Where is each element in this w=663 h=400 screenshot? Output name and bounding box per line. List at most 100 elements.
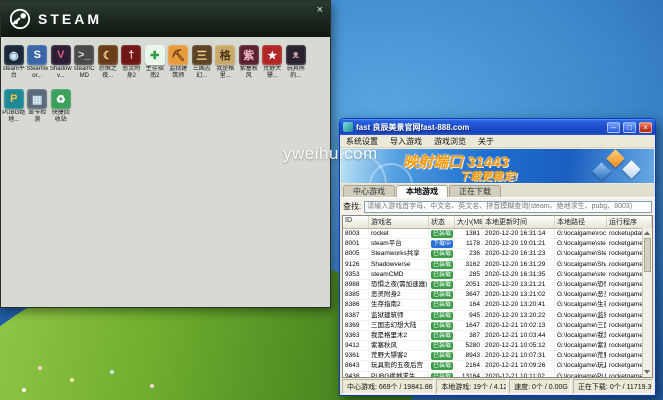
menu-item[interactable]: 导入游戏 [390, 136, 422, 147]
close-button[interactable]: × [639, 122, 652, 133]
game-shortcut[interactable]: S Steamwor... [26, 45, 50, 80]
cell-status: 已装载 [429, 321, 455, 330]
game-icon: ★ [262, 45, 282, 65]
cell-path: G:\localgame\玩具熊的五夜后宫\ [555, 361, 607, 370]
minimize-button[interactable]: – [607, 122, 620, 133]
game-shortcut[interactable]: ★ 荒野大镖... [261, 45, 285, 80]
cell-name: Steamworks共享 [369, 249, 429, 258]
table-row[interactable]: 8386 生存指南2 已装载 164 2020-12-20 13:20:41 G… [343, 300, 652, 310]
game-shortcut[interactable]: ✚ 生存指南2 [143, 45, 167, 80]
tab[interactable]: 正在下载 [449, 185, 501, 197]
status-badge: 已装载 [431, 301, 453, 309]
cell-name: Shadowverse [369, 260, 429, 269]
cell-path: G:\localgame\荒野大镖客2\ [555, 351, 607, 360]
game-shortcut[interactable]: >_ steamCMD [73, 45, 97, 80]
steam-window-titlebar[interactable]: STEAM × [1, 1, 330, 37]
table-row[interactable]: 9363 我是格里木2 已装载 387 2020-12-21 10:03:44 … [343, 331, 652, 341]
status-badge: 已装载 [431, 312, 453, 320]
table-row[interactable]: 8369 三国志幻想大陆 已装载 1647 2020-12-21 10:02:1… [343, 321, 652, 331]
cell-size: 2051 [455, 280, 483, 289]
vertical-scrollbar[interactable] [642, 228, 652, 377]
table-row[interactable]: 8005 Steamworks共享 已装载 236 2020-12-20 16:… [343, 249, 652, 259]
cell-status: 下载中 [429, 239, 455, 248]
app-titlebar[interactable]: fast 良辰美景官网fast-888.com – □ × [340, 119, 655, 135]
table-row[interactable]: 8001 steam平台 下载中 1178 2020-12-20 19:01:2… [343, 239, 652, 249]
cell-size: 13164 [455, 372, 483, 377]
column-header[interactable]: 本地路径 [555, 216, 607, 228]
tab[interactable]: 本地游戏 [396, 185, 448, 197]
steam-window: STEAM × ◉ steam平台 S Steamwor... [0, 0, 331, 308]
status-badge: 下载中 [431, 240, 453, 248]
game-icon: ♻ [51, 89, 71, 109]
menu-item[interactable]: 游戏浏览 [434, 136, 466, 147]
table-row[interactable]: 8003 rocket 已装载 1381 2020-12-20 16:31:14… [343, 229, 652, 239]
game-shortcut-label: steam平台 [2, 66, 25, 80]
game-shortcut[interactable]: 紫 紫塞秋风 [237, 45, 261, 80]
game-icon: >_ [74, 45, 94, 65]
menu-bar: 系统设置 导入游戏 游戏浏览 关于 [340, 135, 655, 148]
game-shortcut[interactable]: 格 我是格里... [214, 45, 238, 80]
game-shortcut[interactable]: 三 三国志幻... [190, 45, 214, 80]
cell-status: 已装载 [429, 229, 455, 238]
search-input[interactable] [364, 201, 652, 213]
game-shortcut[interactable]: † 恶灵附身2 [120, 45, 144, 80]
maximize-button[interactable]: □ [623, 122, 636, 133]
column-header[interactable]: 运行程序 [607, 216, 652, 228]
cell-path: G:\localgame\三国志幻想大陆\ [555, 321, 607, 330]
cell-id: 8988 [343, 280, 369, 289]
column-header[interactable]: 大小(MB) [455, 216, 483, 228]
status-badge: 已装载 [431, 230, 453, 238]
steam-window-title: STEAM [38, 11, 102, 27]
scroll-up-icon[interactable] [644, 231, 650, 235]
table-row[interactable]: 8988 恐惧之夜(需加速器) 已装载 2051 2020-12-20 13:2… [343, 280, 652, 290]
game-shortcut[interactable]: P PUBG绝地... [2, 89, 26, 124]
cell-path: G:\localgame\我是格里木2\ [555, 331, 607, 340]
flower-dot [38, 366, 42, 370]
cell-time: 2020-12-20 19:01:21 [483, 239, 555, 248]
cell-name: 生存指南2 [369, 300, 429, 309]
game-shortcut[interactable]: ♻ 快捷回收站 [49, 89, 73, 124]
cell-time: 2020-12-20 16:31:14 [483, 229, 555, 238]
cell-size: 1647 [455, 321, 483, 330]
app-title: fast 良辰美景官网fast-888.com [356, 122, 604, 133]
table-row[interactable]: 9438 PUBG绝地求生 已装载 13164 2020-12-21 10:11… [343, 372, 652, 377]
table-header: ID 游戏名 状态 大小(MB) 本地更新时间 本地路径 运行程序 [343, 216, 652, 229]
table-row[interactable]: 9353 steamCMD 已装载 285 2020-12-20 16:31:3… [343, 270, 652, 280]
close-icon[interactable]: × [317, 5, 323, 16]
table-row[interactable]: 8387 监狱建筑师 已装载 945 2020-12-20 13:20:22 G… [343, 311, 652, 321]
cell-name: 荒野大镖客2 [369, 351, 429, 360]
scroll-down-icon[interactable] [644, 370, 650, 374]
cell-path: G:\localgame\rocket\ [555, 229, 607, 238]
search-row: 查找: [340, 198, 655, 215]
column-header[interactable]: 游戏名 [369, 216, 429, 228]
table-row[interactable]: 9126 Shadowverse 已装载 3162 2020-12-20 16:… [343, 260, 652, 270]
column-header[interactable]: 状态 [429, 216, 455, 228]
scrollbar-thumb[interactable] [644, 238, 651, 272]
game-shortcut[interactable]: ⛏ 监狱建筑师 [167, 45, 191, 80]
app-icon [343, 122, 353, 132]
table-row[interactable]: 8385 恶灵附身2 已装载 3647 2020-12-20 13:21:02 … [343, 290, 652, 300]
flower-dot [22, 388, 26, 392]
game-shortcut-label: 生存指南2 [143, 66, 166, 80]
cell-size: 1381 [455, 229, 483, 238]
game-shortcut[interactable]: ◉ steam平台 [2, 45, 26, 80]
status-badge: 已装载 [431, 373, 453, 377]
table-row[interactable]: 9361 荒野大镖客2 已装载 8943 2020-12-21 10:07:31… [343, 351, 652, 361]
game-shortcut[interactable]: ▦ 显卡检测 [26, 89, 50, 124]
game-shortcut[interactable]: V Shadowv... [49, 45, 73, 80]
status-badge: 已装载 [431, 362, 453, 370]
menu-item[interactable]: 关于 [478, 136, 494, 147]
statusbar-item: 中心游戏: 669个 / 19841.86G [342, 379, 434, 394]
cell-status: 已装载 [429, 300, 455, 309]
tab-strip: 中心游戏 本地游戏 正在下载 [340, 184, 655, 198]
table-row[interactable]: 9412 紫塞秋风 已装载 5280 2020-12-21 10:05:12 G… [343, 341, 652, 351]
game-shortcut-label: Steamwor... [26, 66, 49, 80]
column-header[interactable]: 本地更新时间 [483, 216, 555, 228]
game-shortcut[interactable]: ☾ 恐惧之夜... [96, 45, 120, 80]
column-header[interactable]: ID [343, 216, 369, 228]
table-row[interactable]: 8643 玩具熊的五夜后宫 已装载 2164 2020-12-21 10:09:… [343, 361, 652, 371]
cell-id: 8643 [343, 361, 369, 370]
tab[interactable]: 中心游戏 [343, 185, 395, 197]
cell-time: 2020-12-21 10:03:44 [483, 331, 555, 340]
game-shortcut[interactable]: ᴥ 玩具熊的... [284, 45, 308, 80]
